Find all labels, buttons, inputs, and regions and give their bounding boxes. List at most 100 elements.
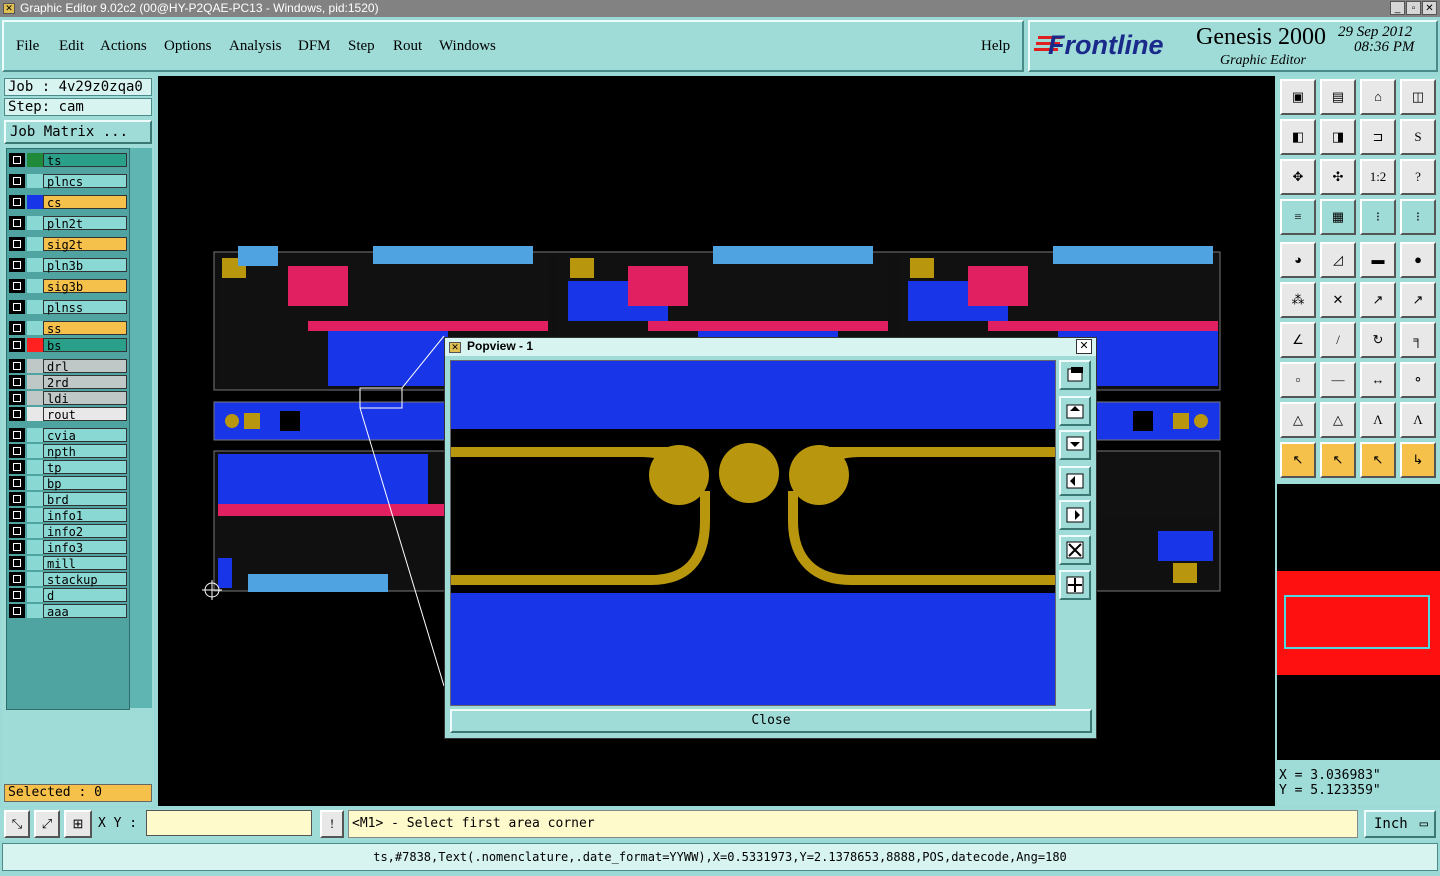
- trace-icon[interactable]: ╕: [1400, 322, 1436, 358]
- move-icon[interactable]: ↗: [1360, 282, 1396, 318]
- triangle-alt-icon[interactable]: △: [1320, 402, 1356, 438]
- pointer-path-icon[interactable]: ↳: [1400, 442, 1436, 478]
- view-left-icon[interactable]: ◧: [1280, 119, 1316, 155]
- layer-checkbox[interactable]: [9, 508, 25, 522]
- layer-row-plnss[interactable]: plnss: [9, 300, 127, 315]
- layer-checkbox[interactable]: [9, 359, 25, 373]
- zoom-area-icon[interactable]: ⤡: [4, 810, 30, 838]
- layer-row-cvia[interactable]: cvia: [9, 428, 127, 443]
- dimension-icon[interactable]: ↔: [1360, 362, 1396, 398]
- layer-checkbox[interactable]: [9, 476, 25, 490]
- measure-icon[interactable]: ▬: [1360, 242, 1396, 278]
- layer-checkbox[interactable]: [9, 258, 25, 272]
- fit-icon[interactable]: ✥: [1280, 159, 1316, 195]
- popview-zoom-in-button[interactable]: [1059, 535, 1091, 565]
- xy-input[interactable]: [146, 810, 312, 836]
- layer-row-tp[interactable]: tp: [9, 460, 127, 475]
- group-icon[interactable]: ⚬: [1400, 362, 1436, 398]
- layer-row-cs[interactable]: cs: [9, 195, 127, 210]
- layer-row-sig2t[interactable]: sig2t: [9, 237, 127, 252]
- layer-checkbox[interactable]: [9, 492, 25, 506]
- layer-scrollbar[interactable]: [130, 148, 152, 708]
- popview-pan-right-button[interactable]: [1059, 500, 1091, 530]
- info-icon[interactable]: !: [320, 810, 344, 838]
- layer-checkbox[interactable]: [9, 237, 25, 251]
- redraw-icon[interactable]: S: [1400, 119, 1436, 155]
- job-matrix-button[interactable]: Job Matrix ...: [4, 120, 152, 144]
- popview-pan-up-button[interactable]: [1059, 396, 1091, 426]
- menu-help[interactable]: Help: [981, 38, 1010, 55]
- layer-checkbox[interactable]: [9, 300, 25, 314]
- triangle-icon[interactable]: △: [1280, 402, 1316, 438]
- close-window-button[interactable]: ✕: [1422, 1, 1437, 15]
- units-select[interactable]: Inch ▭: [1364, 810, 1436, 838]
- layer-checkbox[interactable]: [9, 460, 25, 474]
- pointer-box-icon[interactable]: ↖: [1320, 442, 1356, 478]
- layer-checkbox[interactable]: [9, 588, 25, 602]
- layer-checkbox[interactable]: [9, 216, 25, 230]
- move-alt-icon[interactable]: ↗: [1400, 282, 1436, 318]
- menu-analysis[interactable]: Analysis: [229, 38, 282, 55]
- layer-row-drl[interactable]: drl: [9, 359, 127, 374]
- menu-edit[interactable]: Edit: [59, 38, 84, 55]
- layer-row-mill[interactable]: mill: [9, 556, 127, 571]
- layer-checkbox[interactable]: [9, 338, 25, 352]
- layer-row-bs[interactable]: bs: [9, 338, 127, 353]
- layer-checkbox[interactable]: [9, 540, 25, 554]
- layer-row-sig3b[interactable]: sig3b: [9, 279, 127, 294]
- layer-row-bp[interactable]: bp: [9, 476, 127, 491]
- popview-close-button[interactable]: Close: [450, 709, 1092, 733]
- layer-checkbox[interactable]: [9, 556, 25, 570]
- layer-checkbox[interactable]: [9, 279, 25, 293]
- layer-checkbox[interactable]: [9, 174, 25, 188]
- scale-icon[interactable]: 1:2: [1360, 159, 1396, 195]
- home-icon[interactable]: ⌂: [1360, 79, 1396, 115]
- layer-checkbox[interactable]: [9, 391, 25, 405]
- pad-icon[interactable]: ●: [1400, 242, 1436, 278]
- layer-checkbox[interactable]: [9, 604, 25, 618]
- popview-close-icon[interactable]: ✕: [1076, 339, 1092, 354]
- arc-icon[interactable]: ↻: [1360, 322, 1396, 358]
- popview-zoom-out-button[interactable]: [1059, 570, 1091, 600]
- menu-windows[interactable]: Windows: [439, 38, 496, 55]
- menu-actions[interactable]: Actions: [100, 38, 147, 55]
- angle-icon[interactable]: ∠: [1280, 322, 1316, 358]
- draw-line-icon[interactable]: ◿: [1320, 242, 1356, 278]
- menu-options[interactable]: Options: [164, 38, 212, 55]
- layer-checkbox[interactable]: [9, 444, 25, 458]
- layer-row-brd[interactable]: brd: [9, 492, 127, 507]
- layer-row-info3[interactable]: info3: [9, 540, 127, 555]
- layer-row-info2[interactable]: info2: [9, 524, 127, 539]
- layer-row-plncs[interactable]: plncs: [9, 174, 127, 189]
- popview-zoom-window-button[interactable]: [1059, 360, 1091, 390]
- polygon-alt-icon[interactable]: Λ: [1400, 402, 1436, 438]
- connect-icon[interactable]: ⁂: [1280, 282, 1316, 318]
- slash-icon[interactable]: /: [1320, 322, 1356, 358]
- layer-checkbox[interactable]: [9, 375, 25, 389]
- pointer-icon[interactable]: ↖: [1280, 442, 1316, 478]
- layer-row-info1[interactable]: info1: [9, 508, 127, 523]
- layer-row-ts[interactable]: ts: [9, 153, 127, 168]
- layer-row-d[interactable]: d: [9, 588, 127, 603]
- grid-toggle-icon[interactable]: ⊞: [64, 810, 92, 838]
- layer-checkbox[interactable]: [9, 428, 25, 442]
- layer-filter-icon[interactable]: ⁝: [1360, 199, 1396, 235]
- grid-icon[interactable]: ▦: [1320, 199, 1356, 235]
- layer-filter-alt-icon[interactable]: ⁝: [1400, 199, 1436, 235]
- snap-grid-icon[interactable]: ⤢: [34, 810, 60, 838]
- popview-pan-left-button[interactable]: [1059, 466, 1091, 496]
- overview-map[interactable]: [1277, 484, 1440, 760]
- window-icon[interactable]: ◫: [1400, 79, 1436, 115]
- layer-row-ldi[interactable]: ldi: [9, 391, 127, 406]
- layer-checkbox[interactable]: [9, 321, 25, 335]
- layer-row-ss[interactable]: ss: [9, 321, 127, 336]
- center-icon[interactable]: ✣: [1320, 159, 1356, 195]
- cross-icon[interactable]: ✕: [1320, 282, 1356, 318]
- line-icon[interactable]: —: [1320, 362, 1356, 398]
- select-pad-icon[interactable]: ◕: [1280, 242, 1316, 278]
- layer-row-npth[interactable]: npth: [9, 444, 127, 459]
- layer-row-2rd[interactable]: 2rd: [9, 375, 127, 390]
- minimize-button[interactable]: _: [1390, 1, 1405, 15]
- layer-checkbox[interactable]: [9, 195, 25, 209]
- popview-canvas[interactable]: [450, 360, 1056, 706]
